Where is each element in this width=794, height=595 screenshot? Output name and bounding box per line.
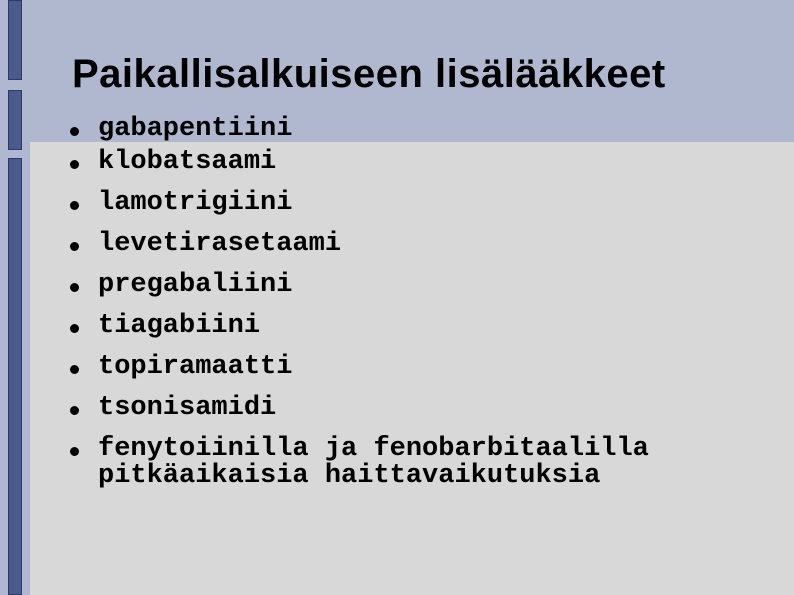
list-item-text: topiramaatti	[98, 352, 292, 382]
list-item: tsonisamidi	[70, 388, 774, 429]
bullet-list: klobatsaami lamotrigiini levetirasetaami…	[30, 142, 794, 497]
sidebar-segment	[8, 158, 22, 595]
content-panel: klobatsaami lamotrigiini levetirasetaami…	[30, 142, 794, 595]
sidebar-segment	[8, 90, 22, 150]
list-item: klobatsaami	[70, 142, 774, 183]
list-item: pregabaliini	[70, 265, 774, 306]
list-item: levetirasetaami	[70, 224, 774, 265]
sidebar-accent	[0, 0, 30, 595]
list-item-text: gabapentiini	[98, 114, 292, 144]
list-item: fenytoiinilla ja fenobarbitaalilla pitkä…	[70, 429, 774, 497]
list-item: lamotrigiini	[70, 183, 774, 224]
list-item-text: fenytoiinilla ja fenobarbitaalilla pitkä…	[98, 434, 649, 491]
list-item-text: lamotrigiini	[98, 188, 292, 218]
list-item-text: tsonisamidi	[98, 393, 276, 423]
sidebar-segment	[8, 0, 22, 80]
list-item: topiramaatti	[70, 347, 774, 388]
slide-title: Paikallisalkuiseen lisälääkkeet	[72, 52, 666, 97]
list-item: tiagabiini	[70, 306, 774, 347]
list-item-text: pregabaliini	[98, 270, 292, 300]
list-item-text: tiagabiini	[98, 311, 260, 341]
list-item-text: klobatsaami	[98, 147, 276, 177]
list-item-text: levetirasetaami	[98, 229, 341, 259]
